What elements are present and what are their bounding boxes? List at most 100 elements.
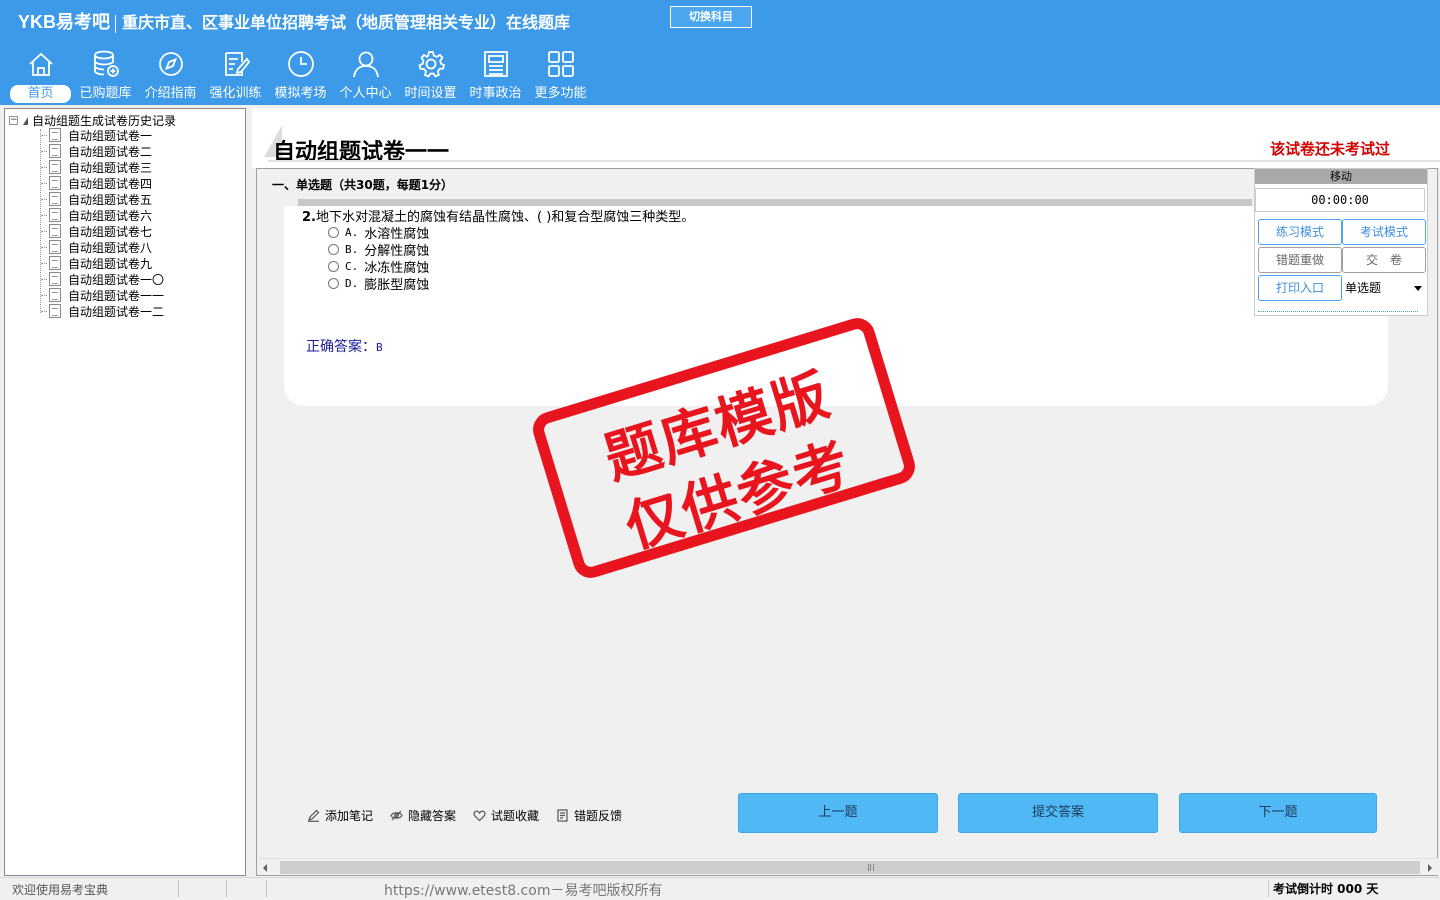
tree-item-label: 自动组题试卷九 <box>68 256 153 271</box>
nav-mock-exam[interactable]: 模拟考场 <box>268 44 333 104</box>
submit-paper-button[interactable]: 交 卷 <box>1342 247 1426 273</box>
nav-purchased-banks[interactable]: 已购题库 <box>73 44 138 104</box>
gear-icon <box>418 51 445 78</box>
nav-more-features[interactable]: 更多功能 <box>528 44 593 104</box>
tree-item-label: 自动组题试卷六 <box>68 208 153 223</box>
document-icon <box>49 176 61 190</box>
tree-item-label: 自动组题试卷七 <box>68 224 153 239</box>
document-icon <box>49 160 61 174</box>
nav-personal-center[interactable]: 个人中心 <box>333 44 398 104</box>
tree-item-label: 自动组题试卷八 <box>68 240 153 255</box>
section-heading: 一、单选题（共30题，每题1分） <box>272 178 454 192</box>
move-handle[interactable]: 移动 <box>1255 169 1427 184</box>
scroll-right-icon[interactable] <box>1428 864 1432 872</box>
tree-item-label: 自动组题试卷三 <box>68 160 153 175</box>
hide-answer-button[interactable]: 隐藏答案 <box>390 806 456 824</box>
scroll-thumb[interactable] <box>280 861 1420 874</box>
report-icon <box>557 808 568 822</box>
document-icon <box>49 272 61 286</box>
tree-item-label: 自动组题试卷二 <box>68 144 153 159</box>
history-tree: − 自动组题生成试卷历史记录 自动组题试卷一 自动组题试卷二 自动组题试卷三 自… <box>4 108 246 876</box>
nav-label: 已购题库 <box>79 86 132 101</box>
nav-label: 时事政治 <box>469 86 522 101</box>
pencil-icon <box>308 809 320 822</box>
nav-current-affairs[interactable]: 时事政治 <box>463 44 528 104</box>
exam-mode-button[interactable]: 考试模式 <box>1342 219 1426 245</box>
nav-label: 首页 <box>10 85 71 103</box>
tree-item-paper[interactable]: 自动组题试卷一〇 <box>41 271 164 287</box>
document-icon <box>49 144 61 158</box>
newspaper-icon <box>483 51 508 77</box>
scroll-left-icon[interactable] <box>263 864 267 872</box>
tree-item-paper[interactable]: 自动组题试卷九 <box>41 255 152 271</box>
nav-time-settings[interactable]: 时间设置 <box>398 44 463 104</box>
nav-label: 时间设置 <box>404 86 457 101</box>
redo-wrong-button[interactable]: 错题重做 <box>1258 247 1342 273</box>
option-a[interactable]: A. 水溶性腐蚀 <box>328 224 429 242</box>
document-icon <box>49 208 61 222</box>
tree-item-label: 自动组题试卷一 <box>68 128 153 143</box>
radio-button[interactable] <box>328 261 339 272</box>
nav-home[interactable]: 首页 <box>8 44 73 104</box>
nav-label: 个人中心 <box>339 86 392 101</box>
switch-subject-button[interactable]: 切换科目 <box>670 6 752 28</box>
document-icon <box>49 128 61 142</box>
user-icon <box>352 51 379 78</box>
tree-item-paper[interactable]: 自动组题试卷一 <box>41 127 152 143</box>
next-question-button[interactable]: 下一题 <box>1179 793 1377 833</box>
option-d[interactable]: D. 膨胀型腐蚀 <box>328 275 429 293</box>
tree-item-label: 自动组题试卷四 <box>68 176 153 191</box>
tree-item-paper[interactable]: 自动组题试卷二 <box>41 143 152 159</box>
report-error-button[interactable]: 错题反馈 <box>556 806 622 824</box>
prev-question-button[interactable]: 上一题 <box>738 793 938 833</box>
paper-status: 该试卷还未考试过 <box>1270 140 1391 158</box>
tree-item-paper[interactable]: 自动组题试卷六 <box>41 207 152 223</box>
document-icon <box>49 240 61 254</box>
nav-guide[interactable]: 介绍指南 <box>138 44 203 104</box>
brand-logo: YKB易考吧 <box>18 12 111 32</box>
question-number: 2. <box>302 210 316 225</box>
status-welcome: 欢迎使用易考宝典 <box>12 883 109 897</box>
add-note-button[interactable]: 添加笔记 <box>307 806 373 824</box>
tree-item-paper[interactable]: 自动组题试卷三 <box>41 159 152 175</box>
tree-item-paper-selected[interactable]: 自动组题试卷一一 <box>41 287 164 303</box>
eye-off-icon <box>390 810 403 820</box>
document-icon <box>49 192 61 206</box>
option-b[interactable]: B. 分解性腐蚀 <box>328 241 429 259</box>
option-c[interactable]: C. 冰冻性腐蚀 <box>328 258 429 276</box>
nav-label: 强化训练 <box>209 86 262 101</box>
tree-item-paper[interactable]: 自动组题试卷五 <box>41 191 152 207</box>
heart-icon <box>473 810 486 821</box>
exam-title: 重庆市直、区事业单位招聘考试（地质管理相关专业）在线题库 <box>122 13 571 32</box>
nav-label: 更多功能 <box>534 86 587 101</box>
nav-training[interactable]: 强化训练 <box>203 44 268 104</box>
print-entry-button[interactable]: 打印入口 <box>1258 275 1342 301</box>
document-icon <box>49 304 61 318</box>
radio-button[interactable] <box>328 227 339 238</box>
tree-item-paper[interactable]: 自动组题试卷四 <box>41 175 152 191</box>
correct-answer: 正确答案：B <box>306 339 383 355</box>
edit-icon <box>224 52 250 76</box>
status-bar <box>0 877 1440 900</box>
tree-item-label: 自动组题试卷五 <box>68 192 153 207</box>
radio-button[interactable] <box>328 278 339 289</box>
question-type-select[interactable]: 单选题 <box>1343 277 1427 301</box>
nav-label: 介绍指南 <box>144 86 197 101</box>
chevron-down-icon <box>1414 286 1422 291</box>
practice-mode-button[interactable]: 练习模式 <box>1258 219 1342 245</box>
collapse-icon[interactable]: − <box>9 116 18 125</box>
nav-label: 模拟考场 <box>274 86 327 101</box>
status-copyright: https://www.etest8.com－易考吧版权所有 <box>384 883 663 899</box>
favorite-button[interactable]: 试题收藏 <box>473 806 539 824</box>
horizontal-scrollbar[interactable] <box>258 858 1438 875</box>
home-icon <box>28 52 53 76</box>
document-edit-icon <box>49 288 61 302</box>
tree-item-paper[interactable]: 自动组题试卷一二 <box>41 303 164 319</box>
radio-button[interactable] <box>328 244 339 255</box>
exam-countdown: 考试倒计时 000 天 <box>1273 882 1379 896</box>
submit-answer-button[interactable]: 提交答案 <box>958 793 1158 833</box>
tree-item-label: 自动组题试卷一〇 <box>68 272 165 287</box>
tree-item-paper[interactable]: 自动组题试卷八 <box>41 239 152 255</box>
tree-item-paper[interactable]: 自动组题试卷七 <box>41 223 152 239</box>
answer-value: B <box>376 341 383 354</box>
